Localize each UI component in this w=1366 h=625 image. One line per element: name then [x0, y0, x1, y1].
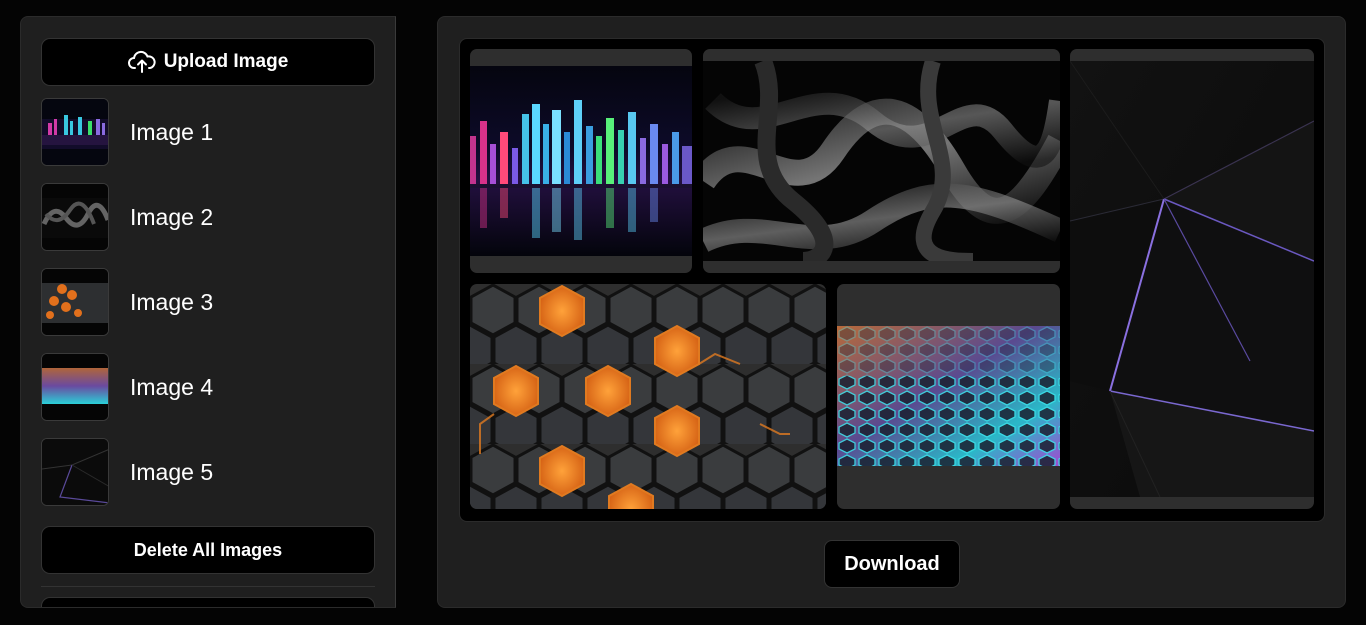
dark-polygon-image [1070, 61, 1314, 497]
neon-hex-thumbnail-icon [41, 353, 109, 421]
delete-all-images-button[interactable]: Delete All Images [41, 526, 375, 574]
collage-cell-1[interactable] [470, 49, 692, 273]
sidebar: Upload Image Image 1 Image 2 Image 3 Ima… [20, 16, 396, 608]
abstract-waves-image [703, 61, 1060, 261]
dark-polygon-thumbnail-icon [41, 438, 109, 506]
cloud-upload-icon [127, 50, 156, 73]
collage-cell-2[interactable] [703, 49, 1060, 273]
image-list-item-5[interactable]: Image 5 [41, 437, 375, 507]
orange-hex-thumbnail-icon [41, 268, 109, 336]
collage-cell-4[interactable] [470, 284, 826, 509]
image-list-item-1[interactable]: Image 1 [41, 97, 375, 167]
download-button[interactable]: Download [824, 540, 960, 588]
image-list-item-3[interactable]: Image 3 [41, 267, 375, 337]
partial-button[interactable] [41, 597, 375, 607]
collage-canvas [459, 38, 1325, 522]
upload-image-button[interactable]: Upload Image [41, 38, 375, 86]
collage-panel: Download [437, 16, 1346, 608]
divider [41, 586, 375, 587]
download-label: Download [844, 552, 940, 575]
delete-all-images-label: Delete All Images [133, 539, 283, 560]
abstract-waves-thumbnail-icon [41, 183, 109, 251]
image-2-label: Image 2 [130, 203, 214, 230]
collage-cell-3[interactable] [1070, 49, 1314, 509]
image-list-item-2[interactable]: Image 2 [41, 182, 375, 252]
neon-hex-image [837, 326, 1060, 466]
city-thumbnail-icon [41, 98, 109, 166]
upload-image-label: Upload Image [163, 51, 289, 72]
city-image [470, 66, 692, 256]
image-5-label: Image 5 [130, 458, 214, 485]
image-3-label: Image 3 [130, 288, 214, 315]
image-1-label: Image 1 [130, 118, 214, 145]
image-list-item-4[interactable]: Image 4 [41, 352, 375, 422]
image-list: Image 1 Image 2 Image 3 Image 4 Image 5 [41, 97, 375, 522]
collage-cell-5[interactable] [837, 284, 1060, 509]
image-4-label: Image 4 [130, 373, 214, 400]
orange-hex-image [470, 284, 826, 509]
